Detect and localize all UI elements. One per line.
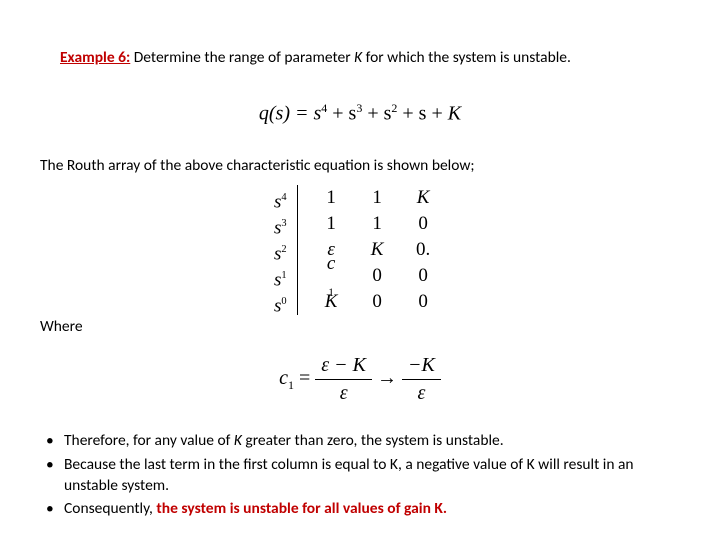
routh-s-column: s4 s3 s2 s1 s0 (274, 185, 297, 315)
conclusion-list: Therefore, for any value of K greater th… (40, 431, 680, 521)
title-K: K (354, 48, 362, 67)
routh-array: s4 s3 s2 s1 s0 1 1 K 1 1 0 ε K 0. c1 0 0… (40, 185, 680, 315)
routh-intro: The Routh array of the above characteris… (40, 156, 680, 175)
routh-grid: 1 1 K 1 1 0 ε K 0. c1 0 0 K 0 0 (298, 185, 446, 315)
slide: Example 6: Determine the range of parame… (0, 0, 720, 540)
c1-equation: c1 = ε − Kε → −Kε (40, 354, 680, 405)
where-label: Where (40, 317, 680, 336)
list-item: Consequently, the system is unstable for… (40, 499, 680, 520)
characteristic-equation: q(s) = s4 + s3 + s2 + s + K (40, 101, 680, 126)
title-text-b: for which the system is unstable. (362, 48, 571, 67)
title-text-a: Determine the range of parameter (130, 48, 354, 67)
list-item: Therefore, for any value of K greater th… (40, 431, 680, 452)
example-label: Example 6: (60, 48, 130, 67)
list-item: Because the last term in the first colum… (40, 455, 680, 497)
example-title: Example 6: Determine the range of parame… (60, 48, 680, 67)
